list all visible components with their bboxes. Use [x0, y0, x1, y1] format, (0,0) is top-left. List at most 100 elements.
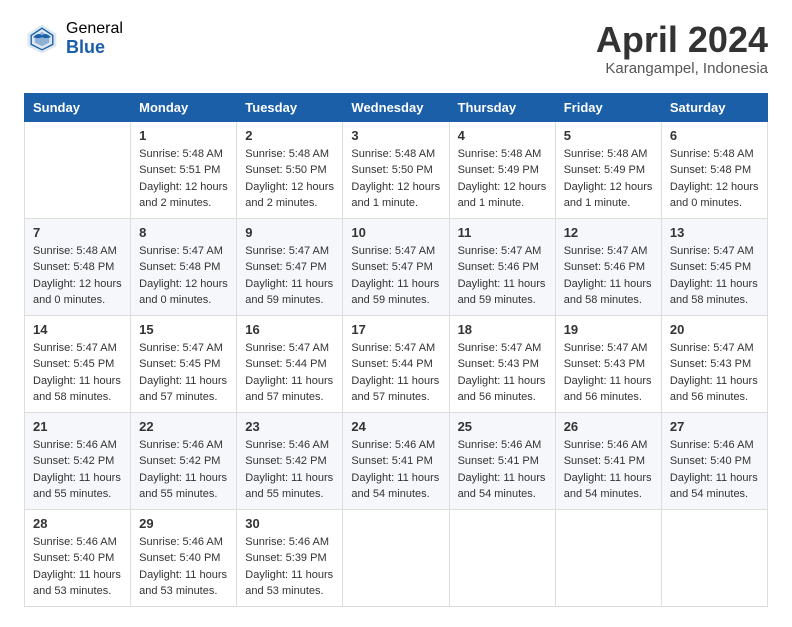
calendar-cell: 15 Sunrise: 5:47 AMSunset: 5:45 PMDayligh…: [131, 315, 237, 412]
day-info: Sunrise: 5:46 AMSunset: 5:41 PMDaylight:…: [351, 437, 440, 503]
calendar-cell: 29 Sunrise: 5:46 AMSunset: 5:40 PMDayligh…: [131, 509, 237, 606]
calendar-cell: [661, 509, 767, 606]
day-info: Sunrise: 5:48 AMSunset: 5:51 PMDaylight:…: [139, 146, 228, 212]
calendar-week-row: 21 Sunrise: 5:46 AMSunset: 5:42 PMDayligh…: [25, 412, 768, 509]
calendar-cell: 14 Sunrise: 5:47 AMSunset: 5:45 PMDayligh…: [25, 315, 131, 412]
day-info: Sunrise: 5:46 AMSunset: 5:40 PMDaylight:…: [33, 534, 122, 600]
column-header-sunday: Sunday: [25, 93, 131, 121]
day-info: Sunrise: 5:46 AMSunset: 5:42 PMDaylight:…: [33, 437, 122, 503]
calendar-cell: [449, 509, 555, 606]
column-header-wednesday: Wednesday: [343, 93, 449, 121]
title-block: April 2024 Karangampel, Indonesia: [596, 20, 768, 77]
day-info: Sunrise: 5:47 AMSunset: 5:44 PMDaylight:…: [351, 340, 440, 406]
calendar-cell: 8 Sunrise: 5:47 AMSunset: 5:48 PMDaylight…: [131, 218, 237, 315]
calendar-cell: 16Sunrise: 5:47 AMSunset: 5:44 PMDayligh…: [237, 315, 343, 412]
month-title: April 2024: [596, 20, 768, 60]
day-info: Sunrise: 5:46 AMSunset: 5:39 PMDaylight:…: [245, 534, 334, 600]
day-number: 24: [351, 419, 440, 434]
day-number: 29: [139, 516, 228, 531]
calendar-cell: 20 Sunrise: 5:47 AMSunset: 5:43 PMDayligh…: [661, 315, 767, 412]
calendar-header-row: SundayMondayTuesdayWednesdayThursdayFrid…: [25, 93, 768, 121]
day-info: Sunrise: 5:47 AMSunset: 5:43 PMDaylight:…: [670, 340, 759, 406]
calendar-cell: [25, 121, 131, 218]
calendar-cell: 25 Sunrise: 5:46 AMSunset: 5:41 PMDayligh…: [449, 412, 555, 509]
day-number: 21: [33, 419, 122, 434]
calendar-cell: 7 Sunrise: 5:48 AMSunset: 5:48 PMDaylight…: [25, 218, 131, 315]
day-info: Sunrise: 5:47 AMSunset: 5:43 PMDaylight:…: [564, 340, 653, 406]
day-info: Sunrise: 5:47 AMSunset: 5:48 PMDaylight:…: [139, 243, 228, 309]
day-number: 17: [351, 322, 440, 337]
day-info: Sunrise: 5:47 AMSunset: 5:44 PMDaylight:…: [245, 340, 334, 406]
day-number: 15: [139, 322, 228, 337]
day-number: 12: [564, 225, 653, 240]
day-info: Sunrise: 5:48 AMSunset: 5:50 PMDaylight:…: [351, 146, 440, 212]
day-info: Sunrise: 5:47 AMSunset: 5:46 PMDaylight:…: [564, 243, 653, 309]
column-header-friday: Friday: [555, 93, 661, 121]
calendar-cell: 23 Sunrise: 5:46 AMSunset: 5:42 PMDayligh…: [237, 412, 343, 509]
calendar-week-row: 28Sunrise: 5:46 AMSunset: 5:40 PMDayligh…: [25, 509, 768, 606]
day-number: 2: [245, 128, 334, 143]
day-number: 30: [245, 516, 334, 531]
logo-general: General: [66, 20, 123, 38]
day-info: Sunrise: 5:47 AMSunset: 5:47 PMDaylight:…: [245, 243, 334, 309]
day-number: 10: [351, 225, 440, 240]
day-info: Sunrise: 5:46 AMSunset: 5:40 PMDaylight:…: [139, 534, 228, 600]
calendar-cell: 5 Sunrise: 5:48 AMSunset: 5:49 PMDaylight…: [555, 121, 661, 218]
calendar-cell: 1 Sunrise: 5:48 AMSunset: 5:51 PMDaylight…: [131, 121, 237, 218]
day-number: 20: [670, 322, 759, 337]
calendar-cell: 21 Sunrise: 5:46 AMSunset: 5:42 PMDayligh…: [25, 412, 131, 509]
calendar-cell: 11 Sunrise: 5:47 AMSunset: 5:46 PMDayligh…: [449, 218, 555, 315]
calendar-cell: 6Sunrise: 5:48 AMSunset: 5:48 PMDaylight…: [661, 121, 767, 218]
day-number: 19: [564, 322, 653, 337]
day-info: Sunrise: 5:47 AMSunset: 5:45 PMDaylight:…: [139, 340, 228, 406]
calendar-cell: 18Sunrise: 5:47 AMSunset: 5:43 PMDayligh…: [449, 315, 555, 412]
day-number: 14: [33, 322, 122, 337]
day-info: Sunrise: 5:47 AMSunset: 5:45 PMDaylight:…: [670, 243, 759, 309]
day-number: 23: [245, 419, 334, 434]
day-number: 3: [351, 128, 440, 143]
day-number: 7: [33, 225, 122, 240]
calendar-cell: 19 Sunrise: 5:47 AMSunset: 5:43 PMDayligh…: [555, 315, 661, 412]
day-info: Sunrise: 5:47 AMSunset: 5:47 PMDaylight:…: [351, 243, 440, 309]
calendar-cell: 4 Sunrise: 5:48 AMSunset: 5:49 PMDaylight…: [449, 121, 555, 218]
calendar-cell: 28Sunrise: 5:46 AMSunset: 5:40 PMDayligh…: [25, 509, 131, 606]
day-number: 26: [564, 419, 653, 434]
day-number: 1: [139, 128, 228, 143]
calendar-cell: [343, 509, 449, 606]
day-info: Sunrise: 5:46 AMSunset: 5:42 PMDaylight:…: [245, 437, 334, 503]
day-info: Sunrise: 5:46 AMSunset: 5:40 PMDaylight:…: [670, 437, 759, 503]
location: Karangampel, Indonesia: [596, 60, 768, 77]
calendar-cell: 13 Sunrise: 5:47 AMSunset: 5:45 PMDayligh…: [661, 218, 767, 315]
calendar-cell: 27 Sunrise: 5:46 AMSunset: 5:40 PMDayligh…: [661, 412, 767, 509]
day-number: 9: [245, 225, 334, 240]
day-info: Sunrise: 5:48 AMSunset: 5:48 PMDaylight:…: [33, 243, 122, 309]
day-info: Sunrise: 5:46 AMSunset: 5:41 PMDaylight:…: [564, 437, 653, 503]
logo: General Blue: [24, 20, 123, 57]
day-info: Sunrise: 5:47 AMSunset: 5:46 PMDaylight:…: [458, 243, 547, 309]
day-number: 27: [670, 419, 759, 434]
day-number: 18: [458, 322, 547, 337]
calendar-week-row: 7 Sunrise: 5:48 AMSunset: 5:48 PMDaylight…: [25, 218, 768, 315]
logo-blue: Blue: [66, 38, 123, 58]
day-number: 25: [458, 419, 547, 434]
calendar-cell: 26 Sunrise: 5:46 AMSunset: 5:41 PMDayligh…: [555, 412, 661, 509]
day-number: 11: [458, 225, 547, 240]
day-info: Sunrise: 5:46 AMSunset: 5:41 PMDaylight:…: [458, 437, 547, 503]
calendar-cell: [555, 509, 661, 606]
calendar-cell: 3 Sunrise: 5:48 AMSunset: 5:50 PMDaylight…: [343, 121, 449, 218]
day-info: Sunrise: 5:46 AMSunset: 5:42 PMDaylight:…: [139, 437, 228, 503]
day-number: 5: [564, 128, 653, 143]
day-info: Sunrise: 5:47 AMSunset: 5:45 PMDaylight:…: [33, 340, 122, 406]
calendar-cell: 9 Sunrise: 5:47 AMSunset: 5:47 PMDaylight…: [237, 218, 343, 315]
day-info: Sunrise: 5:48 AMSunset: 5:49 PMDaylight:…: [564, 146, 653, 212]
day-number: 8: [139, 225, 228, 240]
calendar-cell: 30 Sunrise: 5:46 AMSunset: 5:39 PMDayligh…: [237, 509, 343, 606]
day-number: 22: [139, 419, 228, 434]
day-number: 4: [458, 128, 547, 143]
calendar-cell: 10 Sunrise: 5:47 AMSunset: 5:47 PMDayligh…: [343, 218, 449, 315]
day-number: 13: [670, 225, 759, 240]
day-info: Sunrise: 5:48 AMSunset: 5:48 PMDaylight:…: [670, 146, 759, 212]
calendar-week-row: 14 Sunrise: 5:47 AMSunset: 5:45 PMDayligh…: [25, 315, 768, 412]
column-header-tuesday: Tuesday: [237, 93, 343, 121]
day-info: Sunrise: 5:48 AMSunset: 5:49 PMDaylight:…: [458, 146, 547, 212]
